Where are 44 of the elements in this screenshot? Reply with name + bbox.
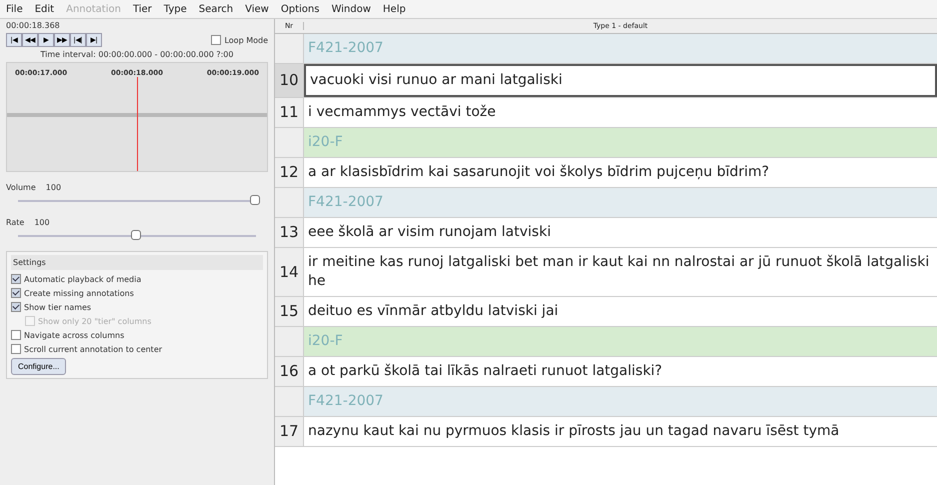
loop-mode-checkbox[interactable]: Loop Mode — [211, 35, 268, 45]
settings-title: Settings — [11, 255, 263, 270]
menu-item[interactable]: Search — [198, 4, 234, 14]
menu-item[interactable]: Tier — [132, 4, 152, 14]
row-number: 10 — [275, 64, 304, 97]
tier-name-cell: i20-F — [304, 326, 937, 356]
menu-item[interactable]: Options — [280, 4, 320, 14]
row-number: 12 — [275, 158, 304, 187]
row-number: 13 — [275, 218, 304, 247]
annotation-cell[interactable]: vacuoki visi runuo ar mani latgaliski — [304, 64, 937, 97]
rate-label: Rate — [6, 218, 24, 227]
time-display: 00:00:18.368 — [6, 21, 61, 30]
rate-reading: 100 — [34, 218, 50, 227]
menu-item[interactable]: View — [245, 4, 269, 14]
menu-item[interactable]: Window — [331, 4, 371, 14]
row-number: 16 — [275, 356, 304, 386]
menu-item[interactable]: Help — [382, 4, 406, 14]
annotation-cell[interactable]: ir meitine kas runoj latgaliski bet man ir kaut kai nn nalrostai ar jū runuot školā latgaliski he — [304, 248, 937, 296]
tier-name-cell: F421-2007 — [304, 34, 937, 63]
tier-name-cell: F421-2007 — [304, 386, 937, 416]
row-number: 11 — [275, 98, 304, 127]
row-number: 15 — [275, 296, 304, 326]
setting-checkbox[interactable]: Automatic playback of media — [11, 274, 263, 284]
volume-label: Volume — [6, 183, 36, 192]
setting-checkbox[interactable]: Navigate across columns — [11, 330, 263, 340]
setting-checkbox[interactable]: Show tier names — [11, 302, 263, 312]
annotation-cell[interactable]: i vecmammys vectāvi tože — [304, 98, 937, 127]
time-interval: Time interval: 00:00:00.000 - 00:00:00.000 ?:00 — [40, 50, 234, 59]
menu-item[interactable]: File — [6, 4, 23, 14]
tier-name-cell: F421-2007 — [304, 188, 937, 217]
tier-name-cell: i20-F — [304, 128, 937, 157]
menu-item[interactable]: Type — [164, 4, 187, 14]
configure-button[interactable]: Configure... — [11, 358, 66, 375]
row-number: 17 — [275, 416, 304, 446]
volume-reading: 100 — [46, 183, 62, 192]
setting-checkbox[interactable]: Create missing annotations — [11, 288, 263, 298]
menu-item[interactable]: Edit — [34, 4, 54, 14]
annotation-cell[interactable]: a ar klasisbīdrim kai sasarunojit voi školys bīdrim pujceņu bīdrim? — [304, 158, 937, 187]
annotation-cell[interactable]: a ot parkū školā tai līkās nalraeti runuot latgaliski? — [304, 356, 937, 386]
row-number: 14 — [275, 248, 304, 296]
setting-checkbox[interactable]: Scroll current annotation to center — [11, 344, 263, 354]
annotation-cell[interactable]: eee školā ar visim runojam latviski — [304, 218, 937, 247]
annotation-cell[interactable]: deituo es vīnmār atbyldu latviski jai — [304, 296, 937, 326]
annotation-cell[interactable]: nazynu kaut kai nu pyrmuos klasis ir pīrosts jau un tagad navaru īsēst tymā — [304, 416, 937, 446]
